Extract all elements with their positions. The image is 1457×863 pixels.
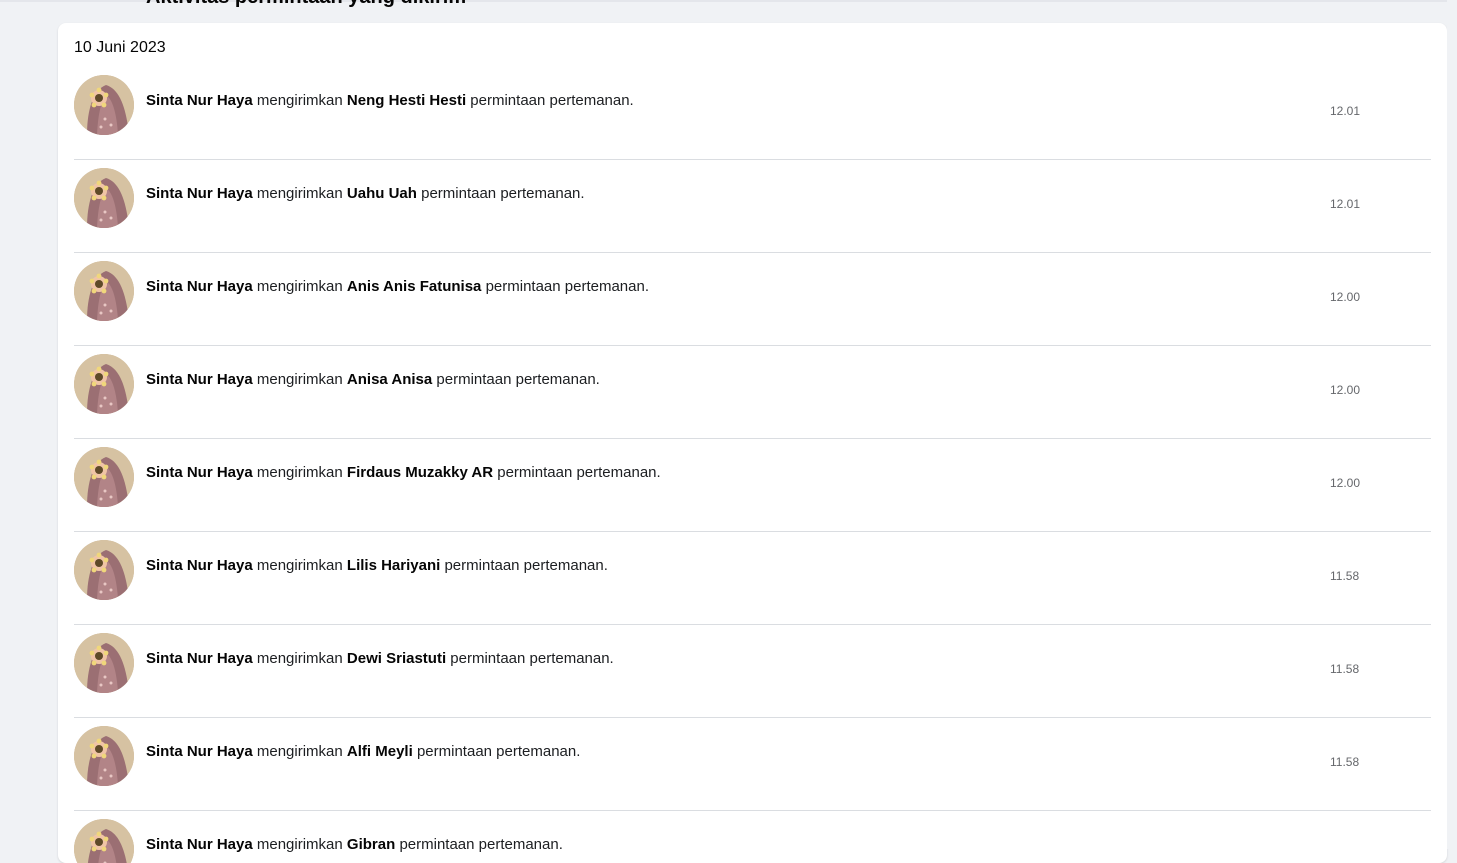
activity-text: Sinta Nur Haya mengirimkan Uahu Uah perm…	[146, 185, 585, 203]
activity-verb: mengirimkan	[257, 743, 343, 760]
activity-time: 12.01	[1330, 197, 1360, 211]
sender-name[interactable]: Sinta Nur Haya	[146, 185, 253, 202]
avatar-icon[interactable]	[74, 540, 134, 600]
activity-time: 12.01	[1330, 104, 1360, 118]
activity-suffix: permintaan pertemanan.	[444, 557, 607, 574]
activity-suffix: permintaan pertemanan.	[417, 743, 580, 760]
activity-row[interactable]: Sinta Nur Haya mengirimkan Anis Anis Fat…	[74, 253, 1431, 346]
recipient-name[interactable]: Neng Hesti Hesti	[347, 92, 466, 109]
activity-text: Sinta Nur Haya mengirimkan Dewi Sriastut…	[146, 650, 614, 668]
activity-card: 10 Juni 2023 Sinta Nur Haya mengirim	[58, 23, 1447, 863]
date-heading: 10 Juni 2023	[74, 39, 166, 57]
avatar-icon[interactable]	[74, 819, 134, 863]
avatar-icon[interactable]	[74, 168, 134, 228]
activity-suffix: permintaan pertemanan.	[421, 185, 584, 202]
activity-text: Sinta Nur Haya mengirimkan Alfi Meyli pe…	[146, 743, 580, 761]
activity-row[interactable]: Sinta Nur Haya mengirimkan Firdaus Muzak…	[74, 439, 1431, 532]
recipient-name[interactable]: Alfi Meyli	[347, 743, 413, 760]
activity-time: 11.58	[1330, 569, 1359, 583]
sender-name[interactable]: Sinta Nur Haya	[146, 743, 253, 760]
sender-name[interactable]: Sinta Nur Haya	[146, 92, 253, 109]
sender-name[interactable]: Sinta Nur Haya	[146, 650, 253, 667]
activity-time: 11.58	[1330, 755, 1359, 769]
activity-text: Sinta Nur Haya mengirimkan Lilis Hariyan…	[146, 557, 608, 575]
activity-verb: mengirimkan	[257, 185, 343, 202]
avatar-icon[interactable]	[74, 447, 134, 507]
activity-verb: mengirimkan	[257, 557, 343, 574]
page-right-margin	[1447, 0, 1457, 849]
activity-suffix: permintaan pertemanan.	[486, 278, 649, 295]
activity-row[interactable]: Sinta Nur Haya mengirimkan Anisa Anisa p…	[74, 346, 1431, 439]
activity-verb: mengirimkan	[257, 836, 343, 853]
activity-text: Sinta Nur Haya mengirimkan Firdaus Muzak…	[146, 464, 661, 482]
activity-row[interactable]: Sinta Nur Haya mengirimkan Gibran permin…	[74, 811, 1431, 863]
activity-suffix: permintaan pertemanan.	[497, 464, 660, 481]
activity-verb: mengirimkan	[257, 464, 343, 481]
recipient-name[interactable]: Lilis Hariyani	[347, 557, 440, 574]
activity-text: Sinta Nur Haya mengirimkan Neng Hesti He…	[146, 92, 634, 110]
avatar-icon[interactable]	[74, 75, 134, 135]
activity-row[interactable]: Sinta Nur Haya mengirimkan Uahu Uah perm…	[74, 160, 1431, 253]
activity-text: Sinta Nur Haya mengirimkan Anisa Anisa p…	[146, 371, 600, 389]
activity-verb: mengirimkan	[257, 278, 343, 295]
recipient-name[interactable]: Firdaus Muzakky AR	[347, 464, 493, 481]
activity-list: Sinta Nur Haya mengirimkan Neng Hesti He…	[74, 67, 1431, 863]
activity-suffix: permintaan pertemanan.	[399, 836, 562, 853]
activity-time: 12.00	[1330, 290, 1360, 304]
avatar-icon[interactable]	[74, 633, 134, 693]
sender-name[interactable]: Sinta Nur Haya	[146, 464, 253, 481]
activity-row[interactable]: Sinta Nur Haya mengirimkan Dewi Sriastut…	[74, 625, 1431, 718]
activity-time: 11.58	[1330, 662, 1359, 676]
page-title: Aktivitas permintaan yang dikirim	[146, 0, 466, 9]
activity-row[interactable]: Sinta Nur Haya mengirimkan Alfi Meyli pe…	[74, 718, 1431, 811]
sender-name[interactable]: Sinta Nur Haya	[146, 371, 253, 388]
activity-row[interactable]: Sinta Nur Haya mengirimkan Lilis Hariyan…	[74, 532, 1431, 625]
activity-suffix: permintaan pertemanan.	[436, 371, 599, 388]
avatar-icon[interactable]	[74, 726, 134, 786]
recipient-name[interactable]: Uahu Uah	[347, 185, 417, 202]
recipient-name[interactable]: Anis Anis Fatunisa	[347, 278, 481, 295]
sender-name[interactable]: Sinta Nur Haya	[146, 557, 253, 574]
activity-verb: mengirimkan	[257, 371, 343, 388]
activity-time: 12.00	[1330, 383, 1360, 397]
recipient-name[interactable]: Anisa Anisa	[347, 371, 432, 388]
sender-name[interactable]: Sinta Nur Haya	[146, 278, 253, 295]
activity-text: Sinta Nur Haya mengirimkan Gibran permin…	[146, 836, 563, 854]
activity-verb: mengirimkan	[257, 650, 343, 667]
activity-suffix: permintaan pertemanan.	[450, 650, 613, 667]
avatar-icon[interactable]	[74, 261, 134, 321]
activity-verb: mengirimkan	[257, 92, 343, 109]
activity-text: Sinta Nur Haya mengirimkan Anis Anis Fat…	[146, 278, 649, 296]
avatar-icon[interactable]	[74, 354, 134, 414]
recipient-name[interactable]: Gibran	[347, 836, 395, 853]
activity-suffix: permintaan pertemanan.	[470, 92, 633, 109]
activity-row[interactable]: Sinta Nur Haya mengirimkan Neng Hesti He…	[74, 67, 1431, 160]
recipient-name[interactable]: Dewi Sriastuti	[347, 650, 446, 667]
activity-time: 12.00	[1330, 476, 1360, 490]
sender-name[interactable]: Sinta Nur Haya	[146, 836, 253, 853]
